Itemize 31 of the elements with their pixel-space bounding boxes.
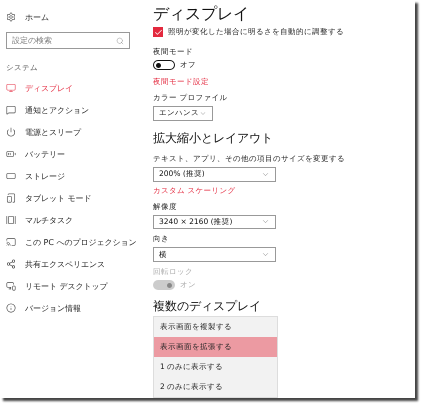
share-icon (6, 259, 16, 269)
monitor-icon (6, 83, 16, 93)
toggle-switch[interactable] (153, 60, 175, 70)
search-icon (116, 36, 124, 44)
page-title: ディスプレイ (153, 4, 249, 25)
power-icon (6, 127, 16, 137)
sidebar-item[interactable]: バッテリー (6, 143, 146, 165)
cast-icon (6, 237, 16, 247)
tablet-icon (6, 193, 16, 203)
section-heading: 拡大縮小とレイアウト (153, 130, 273, 147)
section-heading: 複数のディスプレイ (153, 298, 261, 315)
sidebar-item[interactable]: リモート デスクトップ (6, 275, 146, 297)
sidebar-item[interactable]: 電源とスリープ (6, 121, 146, 143)
sidebar-item[interactable]: 共有エクスペリエンス (6, 253, 146, 275)
message-icon (6, 105, 16, 115)
remote-icon (6, 281, 16, 291)
search-field[interactable]: 設定の検索 (6, 32, 130, 49)
sidebar-item[interactable]: ディスプレイ (6, 77, 146, 99)
battery-icon (6, 149, 16, 159)
checkbox[interactable] (153, 27, 163, 37)
sidebar-item[interactable]: バージョン情報 (6, 297, 146, 319)
windows-icon (6, 215, 16, 225)
sidebar-item[interactable]: この PC へのプロジェクション (6, 231, 146, 253)
sidebar-item[interactable]: 通知とアクション (6, 99, 146, 121)
home-item[interactable]: ホーム (6, 6, 146, 28)
drive-icon (6, 171, 16, 181)
gear-icon (6, 12, 16, 22)
sidebar-item[interactable]: マルチタスク (6, 209, 146, 231)
sidebar-item[interactable]: タブレット モード (6, 187, 146, 209)
sidebar-item[interactable]: ストレージ (6, 165, 146, 187)
info-icon (6, 303, 16, 313)
